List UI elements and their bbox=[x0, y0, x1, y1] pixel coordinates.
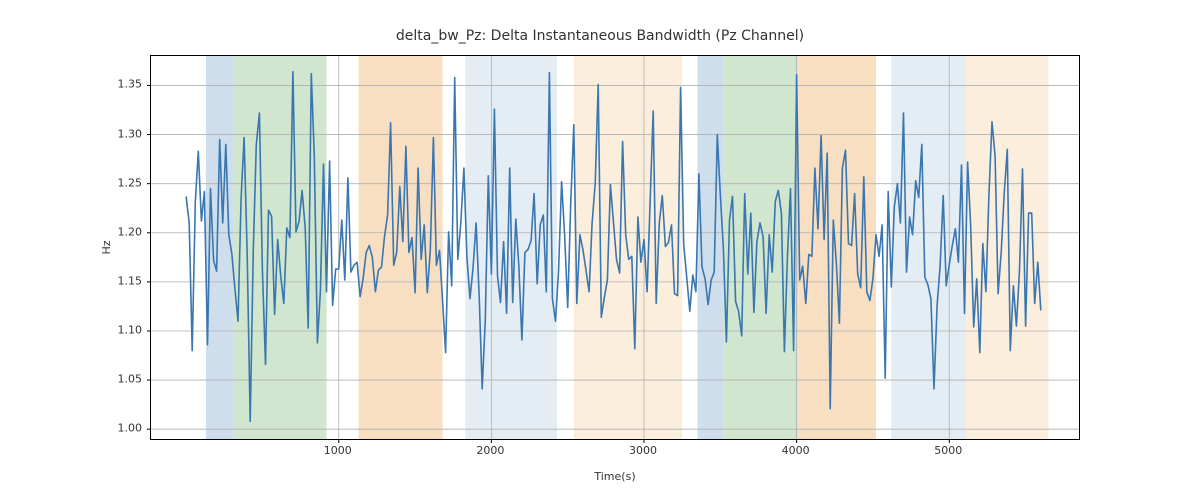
band-lightorange-2 bbox=[966, 56, 1048, 439]
band-orange-2 bbox=[798, 56, 876, 439]
y-tick-label: 1.35 bbox=[102, 78, 142, 91]
y-tick-label: 1.00 bbox=[102, 422, 142, 435]
chart-title: delta_bw_Pz: Delta Instantaneous Bandwid… bbox=[0, 28, 1200, 44]
x-tick-label: 1000 bbox=[324, 444, 352, 457]
y-tick-label: 1.15 bbox=[102, 274, 142, 287]
x-tick-label: 2000 bbox=[476, 444, 504, 457]
y-tick-label: 1.25 bbox=[102, 176, 142, 189]
y-tick-label: 1.20 bbox=[102, 225, 142, 238]
x-tick-label: 5000 bbox=[934, 444, 962, 457]
y-tick-label: 1.30 bbox=[102, 127, 142, 140]
x-axis-label: Time(s) bbox=[150, 470, 1080, 483]
plot-area bbox=[150, 55, 1080, 440]
y-tick-label: 1.10 bbox=[102, 323, 142, 336]
x-tick-label: 3000 bbox=[629, 444, 657, 457]
y-tick-label: 1.05 bbox=[102, 373, 142, 386]
chart-figure: delta_bw_Pz: Delta Instantaneous Bandwid… bbox=[0, 0, 1200, 500]
plot-svg bbox=[146, 56, 1079, 444]
band-lightblue-2 bbox=[891, 56, 966, 439]
x-tick-label: 4000 bbox=[782, 444, 810, 457]
